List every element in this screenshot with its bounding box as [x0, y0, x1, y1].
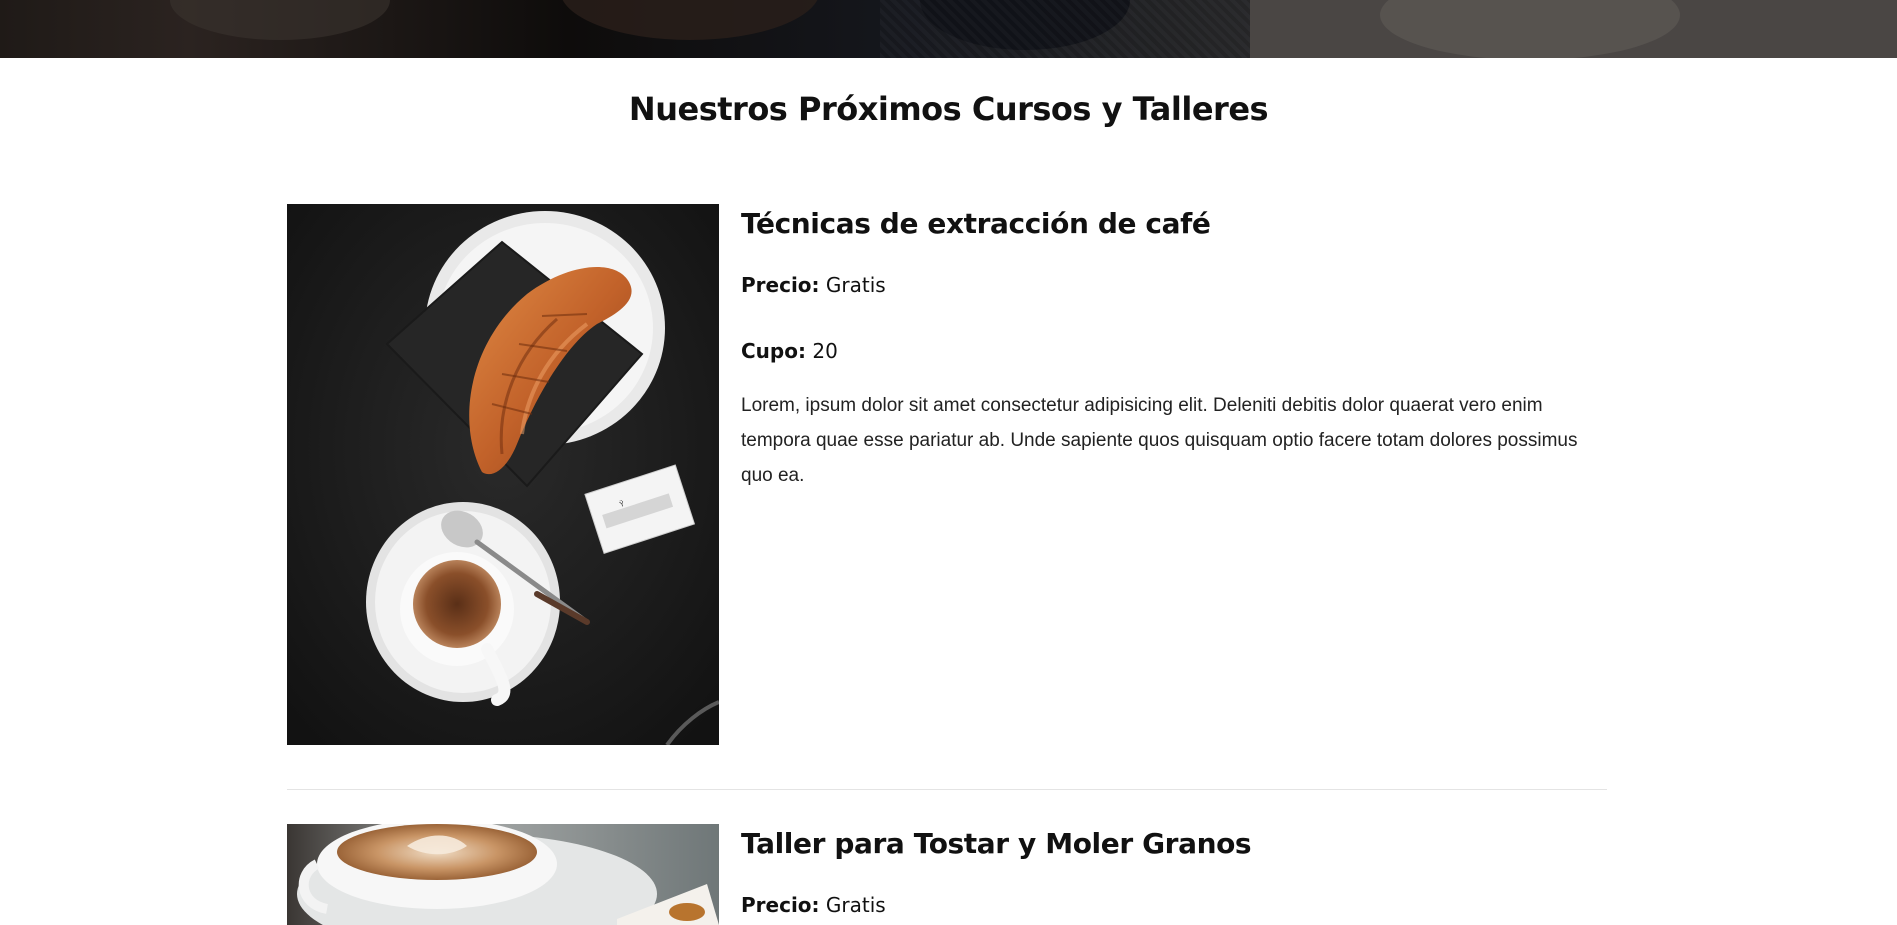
course-card: Taller para Tostar y Moler Granos Precio…: [287, 824, 1607, 925]
course-title: Técnicas de extracción de café: [741, 207, 1211, 240]
course-title: Taller para Tostar y Moler Granos: [741, 827, 1252, 860]
course-divider: [287, 789, 1607, 790]
price-label: Precio:: [741, 273, 820, 297]
course-card: Ÿ Técnicas de extracción de café Precio:…: [287, 204, 1607, 745]
course-price: Precio: Gratis: [741, 272, 1607, 298]
page-title: Nuestros Próximos Cursos y Talleres: [628, 90, 1269, 128]
capacity-label: Cupo:: [741, 339, 806, 363]
course-description: Lorem, ipsum dolor sit amet consectetur …: [741, 395, 1578, 486]
course-details: Taller para Tostar y Moler Granos Precio…: [741, 824, 1607, 918]
latte-art-cup-photo: [287, 824, 719, 925]
croissant-espresso-illustration: Ÿ: [287, 204, 719, 745]
course-price: Precio: Gratis: [741, 892, 1607, 918]
price-label: Precio:: [741, 893, 820, 917]
croissant-and-espresso-photo: Ÿ: [287, 204, 719, 745]
latte-cup-illustration: [287, 824, 719, 925]
price-value: Gratis: [825, 893, 886, 917]
course-details: Técnicas de extracción de café Precio: G…: [741, 204, 1607, 493]
course-capacity: Cupo: 20: [741, 338, 1607, 364]
hero-image: [0, 0, 1897, 58]
capacity-value: 20: [812, 339, 838, 363]
price-value: Gratis: [825, 273, 886, 297]
